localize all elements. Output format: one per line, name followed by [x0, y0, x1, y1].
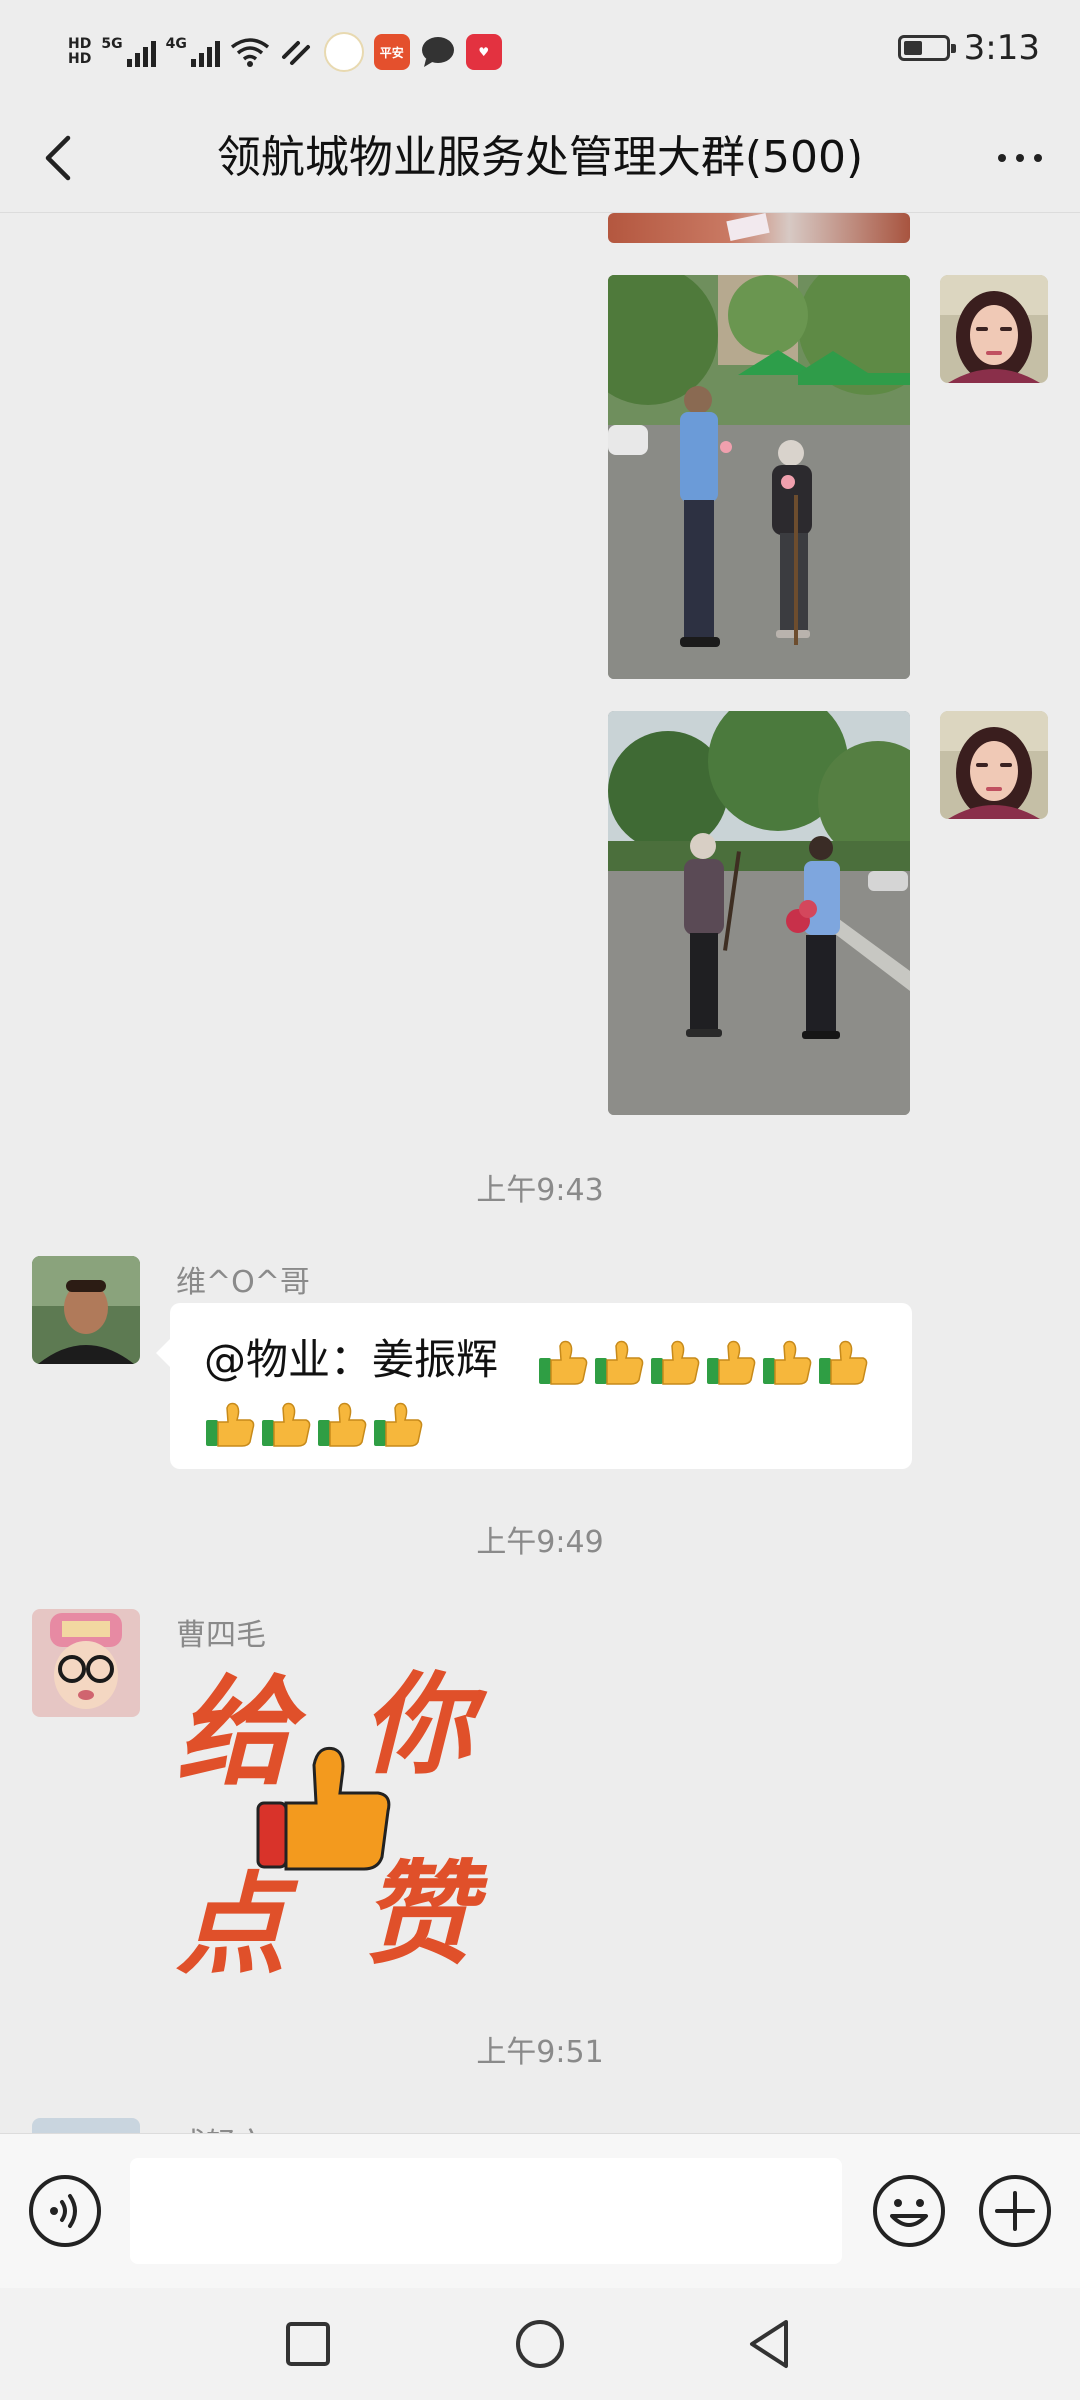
chat-title: 领航城物业服务处管理大群(500) — [216, 132, 864, 183]
back-button[interactable] — [28, 126, 92, 190]
my-avatar[interactable] — [940, 711, 1048, 819]
more-dot — [1016, 154, 1024, 162]
system-navigation-bar — [0, 2288, 1080, 2400]
more-dot — [998, 154, 1006, 162]
avatar-woman-image — [940, 711, 1048, 819]
app-notification-icon — [323, 32, 364, 72]
avatar-woman-image — [940, 275, 1048, 383]
photo-staff-giving-flower-2 — [608, 711, 910, 1115]
photo-staff-giving-flower — [608, 275, 910, 679]
sender-name: 曹四毛 — [176, 1618, 266, 1653]
image-message[interactable] — [608, 275, 910, 679]
message-text: @物业：姜振辉 — [204, 1335, 499, 1384]
sender-name: 成轻文 — [176, 2119, 266, 2133]
ping-an-icon: 平安 — [373, 34, 410, 70]
chat-header: 领航城物业服务处管理大群(500) — [0, 104, 1080, 213]
recent-apps-button[interactable] — [276, 2312, 340, 2376]
voice-icon — [29, 2175, 101, 2247]
thumbs-up-emoji-icon — [262, 1402, 311, 1447]
more-functions-button[interactable] — [976, 2172, 1054, 2250]
wifi-icon — [230, 38, 269, 67]
emoji-icon — [873, 2175, 945, 2247]
signal-4g: 4G — [166, 37, 220, 67]
thumbs-up-emoji-icon — [763, 1340, 812, 1385]
message-input-bar — [0, 2133, 1080, 2289]
like-sticker-image: 给 你 点 赞 — [176, 1660, 488, 1989]
avatar-kid-image — [32, 1609, 140, 1717]
back-arrow-icon — [45, 135, 71, 181]
thumbs-up-emoji-icon — [595, 1340, 644, 1385]
emoji-button[interactable] — [870, 2172, 948, 2250]
message-timestamp: 上午9:51 — [476, 2035, 604, 2070]
message-timestamp: 上午9:49 — [476, 1525, 604, 1560]
sticker-char: 你 — [362, 1660, 488, 1789]
thumbs-up-emoji-icon — [707, 1340, 756, 1385]
thumbs-up-emoji-icon — [819, 1340, 868, 1385]
message-input[interactable] — [130, 2158, 842, 2264]
photo-content — [726, 213, 770, 241]
status-left: HD HD 5G 4G 平安 ♥ — [68, 30, 502, 74]
sticker-char: 给 — [176, 1662, 307, 1801]
triangle-back-icon — [750, 2320, 788, 2368]
status-right: 3:13 — [897, 28, 1040, 68]
thumbs-up-emoji-icon — [318, 1402, 367, 1447]
thumbs-up-emoji-icon — [206, 1402, 255, 1447]
thumbs-up-emoji-icon — [374, 1402, 423, 1447]
avatar-man-image — [32, 1256, 140, 1364]
battery-icon — [897, 35, 956, 61]
message-timestamp: 上午9:43 — [476, 1173, 604, 1208]
text-message-bubble[interactable]: @物业：姜振辉 — [156, 1303, 912, 1469]
status-bar: HD HD 5G 4G 平安 ♥ 3:13 — [0, 0, 1080, 104]
image-message[interactable] — [608, 711, 910, 1115]
signal-bars-icon — [126, 37, 156, 67]
image-message-partial[interactable] — [608, 213, 910, 243]
sender-avatar[interactable] — [32, 2118, 140, 2133]
clock: 3:13 — [963, 28, 1040, 68]
signal-5g: 5G — [101, 37, 156, 67]
square-icon — [286, 2322, 330, 2366]
hd-indicator: HD HD — [68, 36, 92, 67]
circle-icon — [516, 2320, 564, 2368]
voice-input-button[interactable] — [26, 2172, 104, 2250]
thumbs-up-emoji-icon — [651, 1340, 700, 1385]
more-options-button[interactable] — [988, 130, 1052, 186]
sticker-char: 赞 — [362, 1849, 488, 1980]
message-icon — [421, 37, 454, 67]
thumbs-up-emoji-icon — [539, 1340, 588, 1385]
back-nav-button[interactable] — [738, 2312, 802, 2376]
plus-icon — [979, 2175, 1051, 2247]
sticker-char: 点 — [176, 1860, 299, 1983]
more-dot — [1034, 154, 1042, 162]
signal-bars-icon — [190, 37, 220, 67]
data-icon — [281, 41, 310, 65]
sticker-message[interactable]: 给 你 点 赞 — [166, 1653, 496, 1989]
my-avatar[interactable] — [940, 275, 1048, 383]
sender-name: 维^O^哥 — [176, 1265, 310, 1300]
health-app-icon: ♥ — [465, 34, 502, 70]
message-list[interactable]: 上午9:43 维^O^哥 @物业：姜振辉 上午9:49 曹四毛 给 你 点 赞 … — [0, 213, 1080, 2133]
sender-avatar[interactable] — [32, 1609, 140, 1717]
sender-avatar[interactable] — [32, 1256, 140, 1364]
home-button[interactable] — [508, 2312, 572, 2376]
